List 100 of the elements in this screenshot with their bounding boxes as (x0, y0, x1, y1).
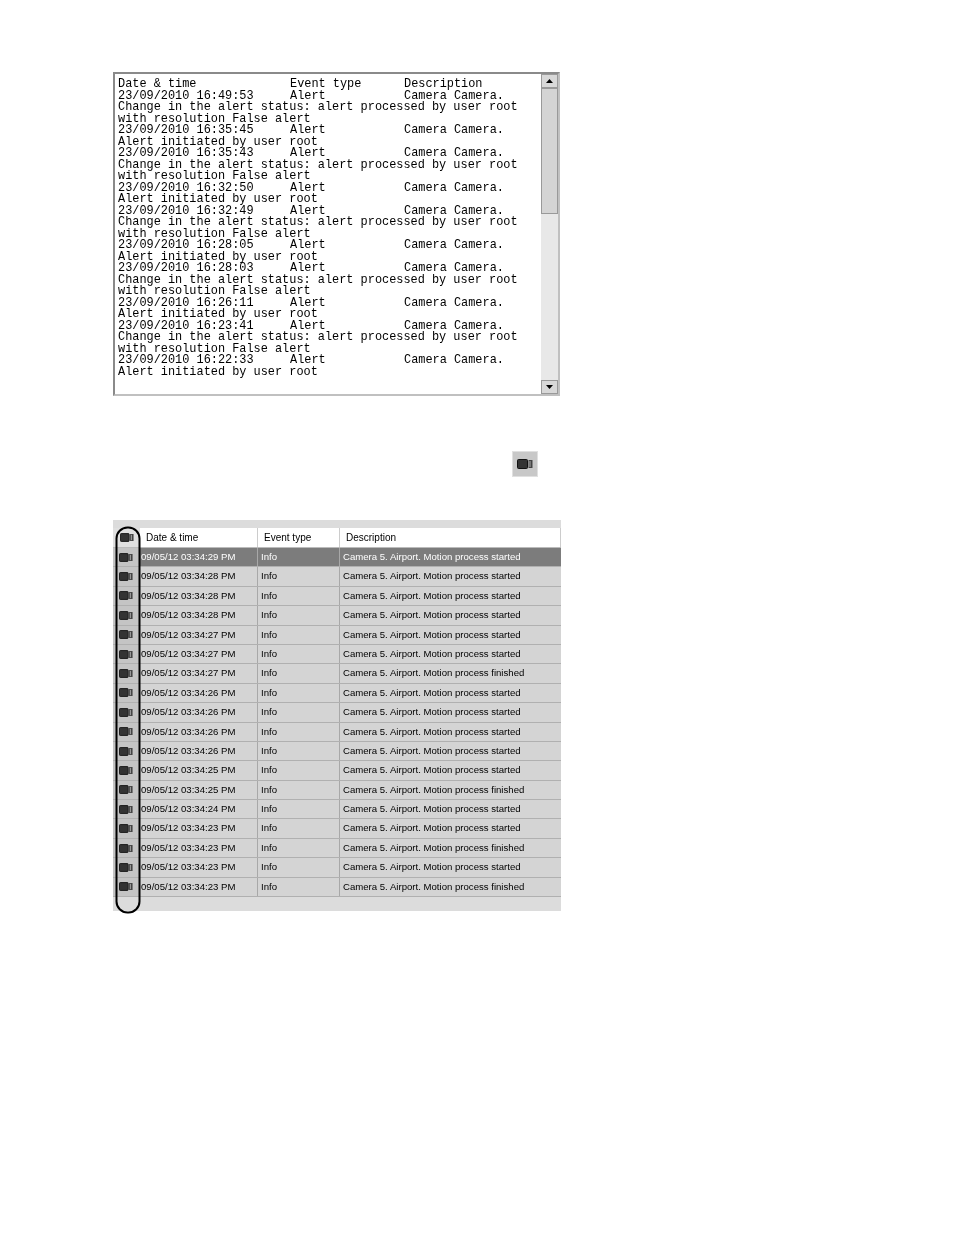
table-cell: 09/05/12 03:34:26 PM (140, 722, 258, 741)
log-description: Camera Camera. (404, 263, 504, 275)
log-date: 23/09/2010 16:28:03 (118, 263, 255, 275)
table-cell-text: Camera 5. Airport. Motion process started (342, 608, 522, 623)
table-cell: 09/05/12 03:34:28 PM (140, 586, 258, 606)
scroll-thumb[interactable] (541, 88, 558, 214)
log-message: with resolution False alert (118, 286, 311, 298)
log-message: with resolution False alert (118, 113, 311, 125)
log-message: Alert initiated by user root (118, 251, 318, 263)
up-arrow-icon (546, 79, 553, 83)
table-cell-text: Camera 5. Airport. Motion process started (342, 724, 522, 739)
table-row[interactable]: 09/05/12 03:34:28 PM Info Camera 5. Airport. Motion process started (113, 606, 561, 626)
column-header: Description (340, 528, 561, 547)
table-cell: Info (258, 664, 340, 683)
camera-icon (119, 688, 133, 698)
log-event-type: Alert (290, 182, 327, 194)
table-cell-text: Camera 5. Airport. Motion process started (342, 705, 522, 720)
camera-icon (119, 610, 133, 620)
column-header: Description (404, 79, 483, 91)
log-description: Camera Camera. (404, 240, 505, 252)
log-message: with resolution False alert (118, 171, 311, 183)
log-date: 23/09/2010 16:22:33 (118, 355, 255, 367)
table-row[interactable]: 09/05/12 03:34:26 PM Info Camera 5. Airport. Motion process started (113, 703, 561, 723)
camera-icon (119, 533, 134, 542)
camera-icon (119, 862, 133, 872)
column-header: Event type (258, 528, 340, 547)
camera-icon (119, 572, 133, 582)
table-cell: 09/05/12 03:34:27 PM (140, 644, 258, 664)
table-cell-text: Camera 5. Airport. Motion process started (342, 646, 522, 661)
log-event-type: Alert (290, 125, 327, 137)
table-cell-text: Camera 5. Airport. Motion process finished (342, 840, 526, 855)
log-description: Camera Camera. (404, 90, 504, 102)
table-cell: 09/05/12 03:34:26 PM (140, 683, 258, 703)
log-date: 23/09/2010 16:32:50 (118, 182, 255, 194)
table-cell: Info (258, 606, 340, 625)
log-message: Change in the alert status: alert processed by user root (118, 332, 519, 344)
log-message: Alert initiated by user root (118, 136, 318, 148)
log-event-type: Alert (290, 320, 326, 332)
table-cell: 09/05/12 03:34:28 PM (140, 567, 258, 586)
scroll-down-button[interactable] (541, 380, 558, 394)
camera-icon (119, 766, 133, 775)
camera-icon (119, 785, 133, 795)
log-date: 23/09/2010 16:35:45 (118, 125, 255, 137)
table-cell: Info (258, 586, 340, 606)
camera-icon (119, 707, 133, 717)
log-message: with resolution False alert (118, 343, 311, 355)
table-cell: 09/05/12 03:34:28 PM (140, 606, 258, 625)
log-date: 23/09/2010 16:35:43 (118, 148, 255, 160)
log-date: 23/09/2010 16:32:49 (118, 205, 255, 217)
table-row[interactable]: 09/05/12 03:34:24 PM Info Camera 5. Airport. Motion process started (113, 800, 561, 820)
table-cell: 09/05/12 03:34:25 PM (140, 761, 258, 780)
table-cell: Info (258, 780, 340, 800)
log-message: Change in the alert status: alert processed by user root (118, 217, 519, 229)
camera-icon (119, 804, 133, 814)
camera-button[interactable] (512, 451, 538, 477)
log-message: Change in the alert status: alert processed by user root (118, 159, 519, 171)
log-message: Alert initiated by user root (118, 309, 318, 321)
scrollbar[interactable] (541, 74, 558, 394)
table-cell: Info (258, 877, 340, 897)
table-row[interactable]: 09/05/12 03:34:29 PM Info Camera 5. Airport. Motion process started (113, 548, 561, 568)
log-event-type: Alert (290, 148, 326, 160)
table-cell: Info (258, 703, 340, 722)
log-description: Camera Camera. (404, 125, 505, 137)
table-cell: Info (258, 761, 340, 780)
table-cell: Info (258, 548, 340, 567)
log-message: Change in the alert status: alert processed by user root (118, 274, 519, 286)
table-row[interactable]: 09/05/12 03:34:27 PM Info Camera 5. Airport. Motion process finished (113, 664, 561, 684)
table-row[interactable]: 09/05/12 03:34:25 PM Info Camera 5. Airport. Motion process started (113, 761, 561, 781)
table-cell: 09/05/12 03:34:24 PM (140, 800, 258, 819)
down-arrow-icon (546, 385, 553, 389)
table-cell: Info (258, 858, 340, 877)
table-cell: 09/05/12 03:34:26 PM (140, 741, 258, 761)
camera-icon (119, 591, 133, 601)
table-cell-text: Camera 5. Airport. Motion process started (342, 685, 522, 700)
table-row[interactable]: 09/05/12 03:34:23 PM Info Camera 5. Airport. Motion process started (113, 819, 561, 839)
table-row[interactable]: 09/05/12 03:34:28 PM Info Camera 5. Airport. Motion process started (113, 567, 561, 587)
table-cell: 09/05/12 03:34:27 PM (140, 664, 258, 683)
table-cell: 09/05/12 03:34:23 PM (140, 838, 258, 858)
table-cell-text: Camera 5. Airport. Motion process finished (342, 879, 526, 894)
log-description: Camera Camera. (404, 205, 504, 217)
camera-icon (119, 649, 133, 659)
table-cell-text: Camera 5. Airport. Motion process started (342, 588, 522, 603)
camera-icon (119, 552, 133, 562)
camera-icon (517, 459, 533, 469)
table-cell: Info (258, 800, 340, 819)
table-cell: Info (258, 625, 340, 644)
log-description: Camera Camera. (404, 297, 505, 309)
log-message: Alert initiated by user root (118, 366, 319, 378)
log-event-type: Alert (290, 205, 326, 217)
log-description: Camera Camera. (404, 148, 504, 160)
table-cell-text: Camera 5. Airport. Motion process started (342, 763, 522, 778)
table-cell-text: Camera 5. Airport. Motion process finished (342, 782, 526, 797)
table-row[interactable]: 09/05/12 03:34:23 PM Info Camera 5. Airport. Motion process started (113, 858, 561, 878)
camera-icon (119, 727, 133, 737)
log-message: Alert initiated by user root (118, 194, 318, 206)
log-message: Change in the alert status: alert processed by user root (118, 102, 519, 114)
table-cell-text: Camera 5. Airport. Motion process started (342, 743, 522, 758)
scroll-up-button[interactable] (541, 74, 558, 88)
log-description: Camera Camera. (404, 182, 505, 194)
camera-icon (119, 824, 133, 834)
